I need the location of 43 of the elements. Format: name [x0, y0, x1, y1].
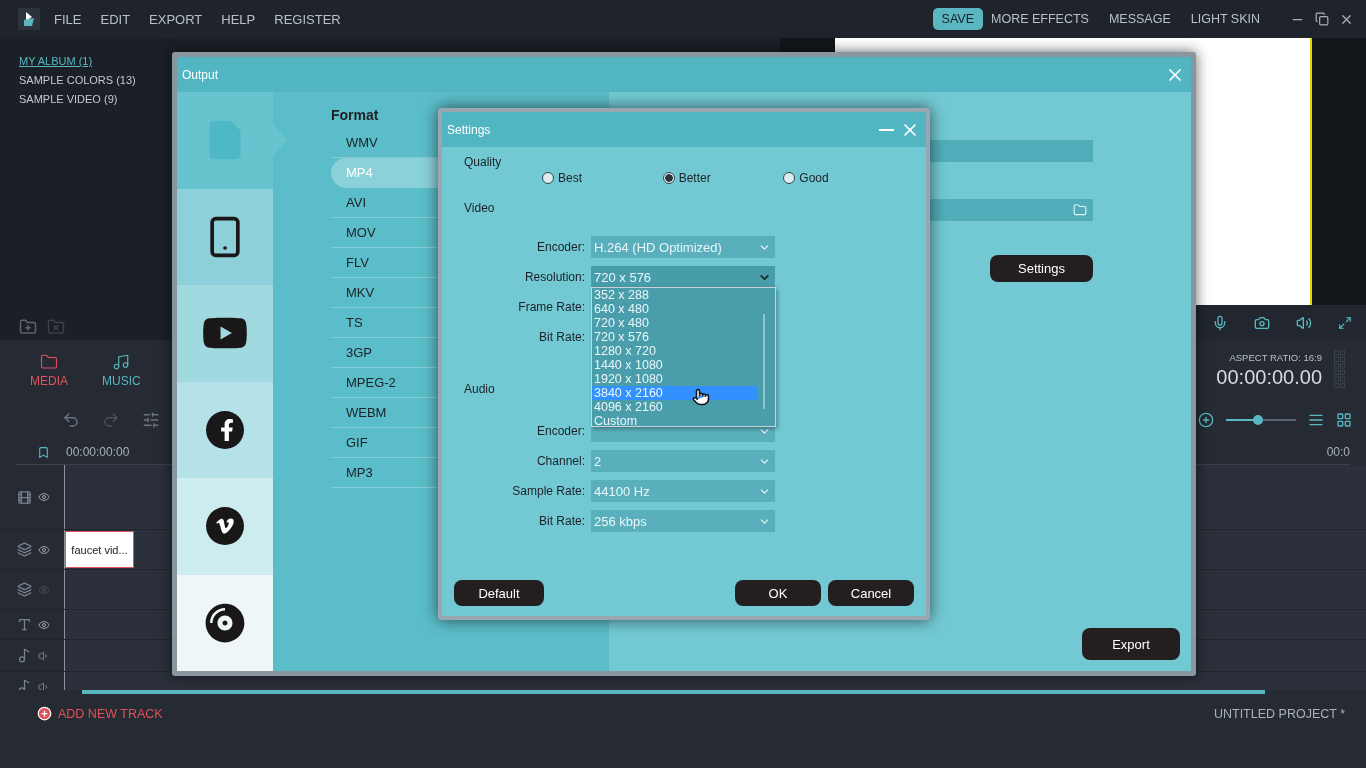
- top-link[interactable]: MORE EFFECTS: [991, 12, 1089, 26]
- ruler-time: 00:0: [1326, 445, 1350, 459]
- ok-button[interactable]: OK: [735, 580, 821, 606]
- project-name: UNTITLED PROJECT *: [1213, 706, 1345, 721]
- field-label: Bit Rate:: [537, 513, 585, 530]
- top-link[interactable]: LIGHT SKIN: [1190, 12, 1260, 26]
- field-label: Channel:: [535, 453, 585, 470]
- field-label: Bit Rate:: [537, 329, 585, 346]
- menu-item[interactable]: EDIT: [100, 11, 131, 27]
- ruler-time: 00:00:00:00: [66, 445, 130, 459]
- aspect-ratio: ASPECT RATIO: 16:9: [1229, 351, 1322, 363]
- dialog-title: Settings: [447, 122, 491, 137]
- section-label: Quality: [464, 155, 502, 169]
- quality-radio[interactable]: Better: [662, 171, 784, 185]
- section-label: Video: [464, 201, 495, 215]
- menu-item[interactable]: HELP: [221, 11, 256, 27]
- album-item[interactable]: MY ALBUM (1): [19, 55, 93, 67]
- timecode: 00:00:00.00: [1216, 365, 1322, 389]
- field-label: Encoder:: [535, 239, 585, 256]
- menu-item[interactable]: FILE: [54, 11, 82, 27]
- section-label: Audio: [464, 382, 495, 396]
- media-tab[interactable]: MUSIC: [102, 352, 141, 388]
- menu-item[interactable]: EXPORT: [149, 11, 203, 27]
- field-label: Encoder:: [535, 423, 585, 440]
- video-clip[interactable]: faucet vid...: [65, 531, 134, 568]
- album-item[interactable]: SAMPLE VIDEO (9): [19, 93, 118, 105]
- quality-radio[interactable]: Good: [783, 171, 904, 185]
- save-button[interactable]: SAVE: [932, 8, 983, 30]
- album-item[interactable]: SAMPLE COLORS (13): [19, 74, 136, 86]
- quality-radio[interactable]: Best: [542, 171, 663, 185]
- top-link[interactable]: MESSAGE: [1108, 12, 1171, 26]
- add-track-button[interactable]: ADD NEW TRACK: [37, 706, 163, 721]
- format-heading: Format: [331, 107, 379, 123]
- settings-button[interactable]: Settings: [990, 255, 1093, 282]
- cancel-button[interactable]: Cancel: [828, 580, 914, 606]
- field-label: Sample Rate:: [511, 483, 585, 500]
- default-button[interactable]: Default: [454, 580, 544, 606]
- media-tab[interactable]: MEDIA: [30, 352, 68, 388]
- export-button[interactable]: Export: [1082, 628, 1180, 660]
- menu-item[interactable]: REGISTER: [274, 11, 341, 27]
- field-label: Frame Rate:: [517, 299, 585, 316]
- dialog-title: Output: [182, 67, 219, 82]
- field-label: Resolution:: [523, 269, 585, 286]
